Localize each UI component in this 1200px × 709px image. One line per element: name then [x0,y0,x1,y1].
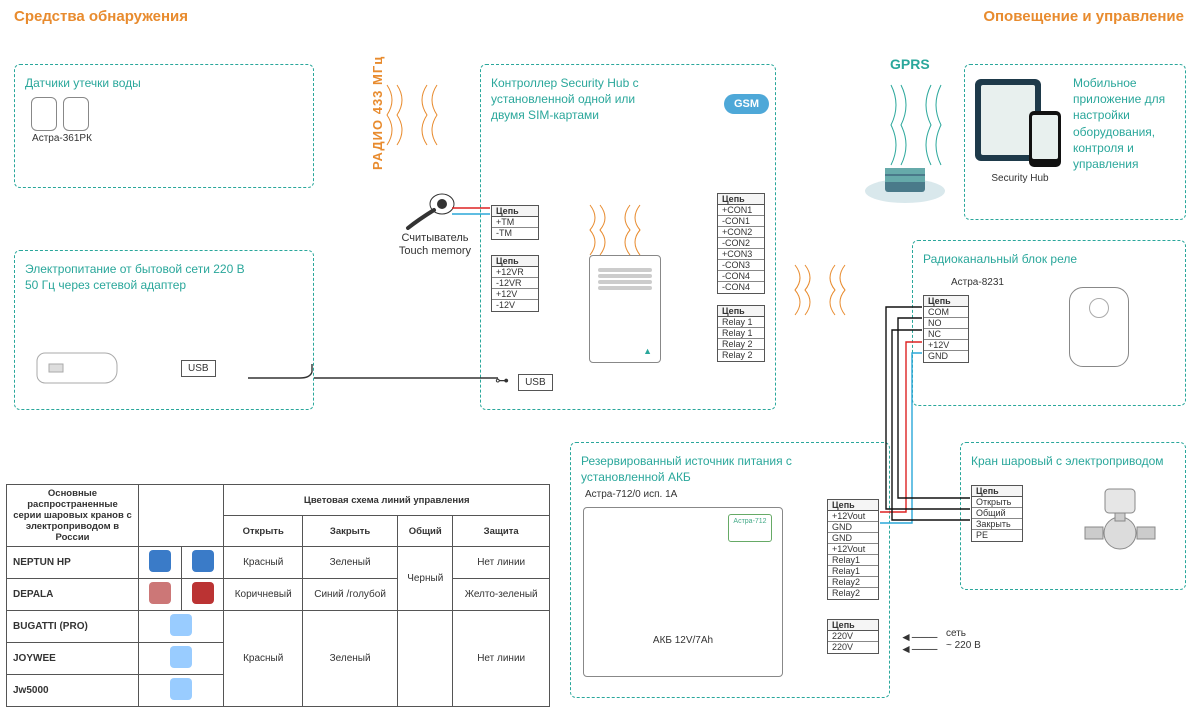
table-row: NEPTUN HP Красный Зеленый Черный Нет лин… [7,547,550,579]
th-close: Закрыть [303,516,398,547]
box-title: Мобильное приложение для настройки обору… [1073,75,1175,178]
mains-arrow-icon: ◄─── [900,642,937,656]
th-common: Общий [398,516,453,547]
th-series: Основные распространенные серии шаровых … [7,485,139,547]
touch-memory-icon [398,190,458,233]
touch-memory-label: Считыватель Touch memory [390,232,480,258]
hub-device-icon: ▲ [589,255,661,363]
psu-device-icon: Астра-712 АКБ 12V/7Ah [583,507,783,677]
th-scheme: Цветовая схема линий управления [224,485,550,516]
box-mobile-app: Security Hub Мобильное приложение для на… [964,64,1186,220]
box-title: Резервированный источник питания с устан… [581,453,841,485]
terminal-12v: Цепь +12VR -12VR +12V -12V [491,255,539,312]
terminal-con: Цепь +CON1-CON1 +CON2-CON2 +CON3-CON3 -C… [717,193,765,294]
heading-detection: Средства обнаружения [14,8,188,25]
box-controller: Контроллер Security Hub с установленной … [480,64,776,410]
terminal-tm: Цепь +ТМ -ТМ [491,205,539,240]
terminal-psu-220: Цепь 220V 220V [827,619,879,654]
box-water-sensors: Датчики утечки воды Астра-361РК [14,64,314,188]
box-valve: Кран шаровый с электроприводом Цепь Откр… [960,442,1186,590]
mains-label: сеть~ 220 В [946,628,981,652]
cloud-server-icon [860,146,950,209]
usb-port-label: USB [181,360,216,377]
sensor-icon [31,97,57,131]
box-psu: Резервированный источник питания с устан… [570,442,890,698]
ball-valve-icon [1081,485,1165,555]
mobile-sub-label: Security Hub [975,173,1065,184]
box-relay-radio: Радиоканальный блок реле Астра-8231 Цепь… [912,240,1186,406]
usb-icon: ⊶ [495,372,509,388]
box-power-usb: Электропитание от бытовой сети 220 В 50 … [14,250,314,410]
sensor-icon [63,97,89,131]
heading-control: Оповещение и управление [983,8,1184,25]
table-row: BUGATTI (PRO) Красный Зеленый Нет линии [7,611,550,643]
model-label: Астра-361РК [27,133,97,144]
table-row: DEPALA Коричневый Синий /голубой Желто-з… [7,579,550,611]
usb-port-label: USB [518,374,553,391]
relay-device-icon [1069,287,1129,367]
box-title: Датчики утечки воды [25,75,205,91]
terminal-relay-astra: Цепь COM NO NC +12V GND [923,295,969,363]
th-prot: Защита [453,516,550,547]
valve-table: Основные распространенные серии шаровых … [6,484,550,707]
wave-icon [790,260,850,320]
terminal-psu-out: Цепь +12VoutGND GND+12Vout Relay1Relay1 … [827,499,879,600]
usb-adapter-icon [35,345,125,391]
phone-icon [1029,111,1061,167]
box-title: Кран шаровый с электроприводом [971,453,1171,469]
terminal-relay-hub: Цепь Relay 1Relay 1 Relay 2Relay 2 [717,305,765,362]
wave-icon [382,80,442,150]
box-title: Электропитание от бытовой сети 220 В 50 … [25,261,245,293]
th-open: Открыть [224,516,303,547]
box-title: Радиоканальный блок реле [923,251,1103,267]
box-title: Контроллер Security Hub с установленной … [491,75,641,124]
model-label: Астра-8231 [951,277,1004,288]
model-label: Астра-712/0 исп. 1А [585,489,677,500]
akb-label: АКБ 12V/7Ah [653,635,713,646]
gprs-label: GPRS [890,56,930,72]
terminal-valve: Цепь Открыть Общий Закрыть PE [971,485,1023,542]
